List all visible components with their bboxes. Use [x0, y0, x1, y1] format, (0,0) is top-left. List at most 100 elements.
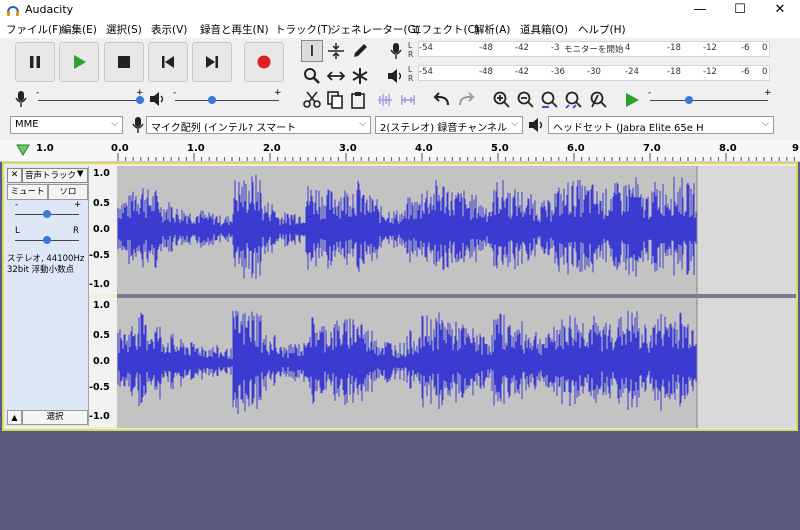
gain-minus: -: [15, 200, 19, 210]
fit-project-button[interactable]: [563, 89, 585, 111]
recording-volume-thumb[interactable]: [136, 96, 144, 104]
skip-to-end-icon: [206, 56, 218, 68]
record-meter-button[interactable]: [385, 40, 407, 62]
amplitude-label: -1.0: [89, 279, 110, 290]
playback-volume-slider[interactable]: [175, 100, 279, 101]
cut-button[interactable]: [301, 89, 323, 111]
menu-analyze[interactable]: 解析(A): [474, 22, 510, 37]
mute-button[interactable]: ミュート: [7, 184, 48, 200]
microphone-icon: [132, 117, 144, 133]
skip-to-end-button[interactable]: [192, 42, 232, 82]
double-arrow-icon: [327, 71, 345, 81]
menu-transport[interactable]: 録音と再生(N): [200, 22, 269, 37]
meter-scale-label: -12: [703, 67, 717, 77]
silence-button[interactable]: [397, 89, 419, 111]
paste-button[interactable]: [347, 89, 369, 111]
menu-help[interactable]: ヘルプ(H): [578, 22, 626, 37]
zoom-tool[interactable]: [301, 65, 323, 87]
menu-generate[interactable]: ジェネレーター(G): [330, 22, 420, 37]
close-button[interactable]: ✕: [760, 0, 800, 20]
multi-tool[interactable]: [349, 65, 371, 87]
solo-button[interactable]: ソロ: [48, 184, 88, 200]
collapse-track-button[interactable]: ▲: [7, 410, 22, 425]
pan-right-label: R: [73, 226, 79, 236]
undo-button[interactable]: [431, 89, 453, 111]
time-shift-tool[interactable]: [325, 65, 347, 87]
copy-button[interactable]: [324, 89, 346, 111]
speaker-icon: [150, 92, 164, 106]
amplitude-label: 0.5: [93, 198, 110, 209]
meter-scale-label: -18: [667, 43, 681, 53]
envelope-tool[interactable]: [325, 40, 347, 62]
recording-device-select[interactable]: マイク配列 (インテル? スマート ⌵: [146, 116, 371, 134]
amplitude-label: 1.0: [93, 300, 110, 311]
meter-scale-label: -54: [419, 67, 433, 77]
menu-file[interactable]: ファイル(F): [6, 22, 62, 37]
speed-slider-minus: -: [648, 88, 652, 98]
pan-left-label: L: [15, 226, 20, 236]
zoom-toggle-button[interactable]: [587, 89, 609, 111]
skip-to-start-button[interactable]: [148, 42, 188, 82]
record-meter[interactable]: -54 -48 -42 -3 モニターを開始 4 -18 -12 -6 0: [418, 41, 770, 57]
meter-scale-label: -30: [587, 67, 601, 77]
meter-scale-label: -12: [703, 43, 717, 53]
menu-view[interactable]: 表示(V): [151, 22, 187, 37]
title-bar: Audacity — ☐ ✕: [0, 0, 800, 20]
meter-scale-label: -48: [479, 67, 493, 77]
zoom-in-icon: [493, 91, 510, 108]
selection-tool[interactable]: I: [301, 40, 323, 62]
track-name: 音声トラック: [25, 171, 77, 181]
draw-tool[interactable]: [349, 40, 371, 62]
silence-audio-icon: [401, 95, 415, 105]
redo-button[interactable]: [455, 89, 477, 111]
track-menu-button[interactable]: 音声トラック ▼: [22, 168, 88, 183]
maximize-button[interactable]: ☐: [720, 0, 760, 20]
window-title: Audacity: [25, 3, 74, 16]
pencil-icon: [354, 44, 367, 57]
track-close-button[interactable]: ✕: [7, 168, 22, 183]
trim-button[interactable]: [374, 89, 396, 111]
zoom-out-button[interactable]: [515, 89, 537, 111]
ruler-ticks: [117, 153, 795, 161]
pause-button[interactable]: [15, 42, 55, 82]
chevron-down-icon: ⌵: [762, 119, 769, 129]
recording-channels-select[interactable]: 2(ステレオ) 録音チャンネル ⌵: [375, 116, 523, 134]
menu-effect[interactable]: エフェクト(C): [411, 22, 479, 37]
stop-icon: [118, 56, 130, 68]
playback-device-select[interactable]: ヘッドセット (Jabra Elite 65e H ⌵: [548, 116, 774, 134]
playback-meter[interactable]: -54 -48 -42 -36 -30 -24 -18 -12 -6 0: [418, 65, 770, 81]
fit-selection-button[interactable]: [539, 89, 561, 111]
record-icon: [257, 55, 271, 69]
playback-meter-button[interactable]: [385, 65, 407, 87]
play-button[interactable]: [59, 42, 99, 82]
timeline-ruler[interactable]: 1.0 0.0 1.0 2.0 3.0 4.0 5.0 6.0 7.0 8.0 …: [0, 140, 800, 162]
play-at-speed-slider[interactable]: [650, 100, 768, 101]
zoom-in-button[interactable]: [491, 89, 513, 111]
recording-volume-slider[interactable]: [38, 100, 142, 101]
gain-slider-thumb[interactable]: [43, 210, 51, 218]
playback-volume-thumb[interactable]: [208, 96, 216, 104]
amplitude-ruler-right: 1.0 0.5 0.0 -0.5 -1.0: [89, 298, 116, 426]
speaker-icon: [529, 118, 543, 132]
gain-plus: +: [74, 200, 82, 210]
minimize-button[interactable]: —: [680, 0, 720, 20]
menu-tools[interactable]: 道具箱(O): [520, 22, 568, 37]
pan-slider-thumb[interactable]: [43, 236, 51, 244]
menu-edit[interactable]: 編集(E): [61, 22, 97, 37]
record-button[interactable]: [244, 42, 284, 82]
meter-scale-label: -42: [515, 67, 529, 77]
play-at-speed-thumb[interactable]: [685, 96, 693, 104]
menu-tracks[interactable]: トラック(T): [275, 22, 332, 37]
play-at-speed-button[interactable]: [621, 89, 643, 111]
menu-select[interactable]: 選択(S): [106, 22, 142, 37]
meter-scale-label: -48: [479, 43, 493, 53]
select-track-button[interactable]: 選択: [22, 410, 88, 425]
track-menu-arrow-icon: ▼: [77, 169, 84, 179]
stop-button[interactable]: [104, 42, 144, 82]
audio-host-select[interactable]: MME ⌵: [10, 116, 123, 134]
play-slider-plus: +: [274, 88, 282, 98]
waveform-display[interactable]: [117, 166, 796, 428]
undo-icon: [433, 92, 449, 106]
chevron-down-icon: ⌵: [359, 119, 366, 129]
envelope-icon: [328, 43, 344, 59]
